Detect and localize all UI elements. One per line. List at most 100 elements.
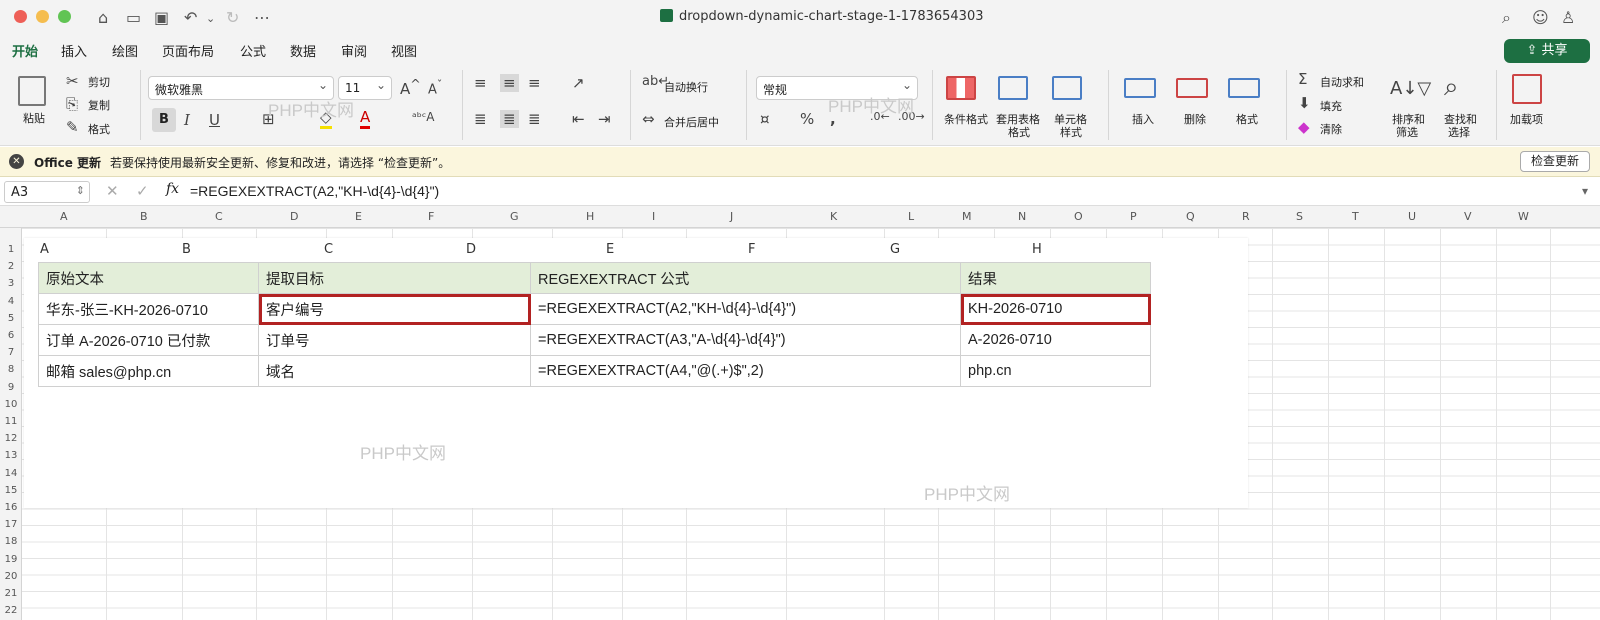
save-as-icon[interactable]: ▣ <box>154 8 169 27</box>
bold-button[interactable]: B <box>152 108 176 132</box>
percent-icon[interactable]: % <box>800 110 814 128</box>
row-header[interactable]: 3 <box>0 278 22 289</box>
decrease-font-icon[interactable]: Aˇ <box>428 78 442 97</box>
column-header[interactable]: G <box>510 210 519 223</box>
autosum-icon[interactable]: Σ <box>1298 70 1307 88</box>
tab-formulas[interactable]: 公式 <box>240 41 266 60</box>
tab-review[interactable]: 审阅 <box>341 41 367 60</box>
paste-button[interactable]: 粘贴 <box>23 110 45 126</box>
confirm-icon[interactable]: ✓ <box>136 182 149 200</box>
row-header[interactable]: 17 <box>0 519 22 530</box>
column-header[interactable]: L <box>908 210 914 223</box>
column-header[interactable]: D <box>290 210 298 223</box>
row-header[interactable]: 4 <box>0 296 22 307</box>
search-icon[interactable]: ⌕ <box>1502 8 1511 28</box>
column-header[interactable]: V <box>1464 210 1472 223</box>
orientation-icon[interactable]: ↗ <box>572 74 585 92</box>
format-cells-button[interactable]: 格式 <box>1236 111 1258 127</box>
merge-center-button[interactable]: 合并后居中 <box>664 114 719 130</box>
conditional-format-button[interactable]: 条件格式 <box>944 111 988 127</box>
column-header[interactable]: J <box>730 210 733 223</box>
align-center-icon[interactable]: ≣ <box>500 110 519 128</box>
column-header[interactable]: I <box>652 210 655 223</box>
name-box[interactable]: A3 <box>4 181 90 203</box>
undo-icon[interactable]: ↶ <box>184 8 197 27</box>
conditional-format-icon[interactable] <box>946 76 976 100</box>
row-header[interactable]: 2 <box>0 261 22 272</box>
column-header[interactable]: T <box>1352 210 1359 223</box>
font-size-select[interactable]: 11 <box>338 76 392 100</box>
increase-decimal-icon[interactable]: .0← <box>870 110 890 123</box>
row-header[interactable]: 19 <box>0 554 22 565</box>
comma-style-icon[interactable]: , <box>830 110 836 128</box>
insert-cells-button[interactable]: 插入 <box>1132 111 1154 127</box>
row-header[interactable]: 13 <box>0 450 22 461</box>
expand-formula-bar-icon[interactable]: ▾ <box>1582 184 1588 198</box>
merge-center-icon[interactable]: ⇔ <box>642 110 655 128</box>
save-icon[interactable]: ▭ <box>126 8 141 27</box>
decrease-decimal-icon[interactable]: .00→ <box>898 110 925 123</box>
font-name-select[interactable]: 微软雅黑 <box>148 76 334 100</box>
tab-data[interactable]: 数据 <box>290 41 316 60</box>
table-format-label-2[interactable]: 格式 <box>1008 124 1030 140</box>
row-header[interactable]: 16 <box>0 502 22 513</box>
row-header[interactable]: 20 <box>0 571 22 582</box>
row-header[interactable]: 6 <box>0 330 22 341</box>
minimize-window-button[interactable] <box>36 10 49 23</box>
copy-button[interactable]: 复制 <box>88 97 110 113</box>
zoom-window-button[interactable] <box>58 10 71 23</box>
italic-button[interactable]: I <box>184 111 190 129</box>
redo-icon[interactable]: ↻ <box>226 8 239 27</box>
copy-icon[interactable]: ⎘ <box>66 95 78 113</box>
column-header[interactable]: S <box>1296 210 1303 223</box>
borders-icon[interactable]: ⊞ <box>262 110 275 128</box>
fill-icon[interactable]: ⬇ <box>1298 94 1311 112</box>
paste-icon[interactable] <box>18 76 46 106</box>
accounting-format-icon[interactable]: ¤ <box>760 110 770 128</box>
insert-cells-icon[interactable] <box>1124 78 1156 98</box>
column-header[interactable]: M <box>962 210 972 223</box>
cell-style-icon[interactable] <box>1052 76 1082 100</box>
sort-filter-label-2[interactable]: 筛选 <box>1396 124 1418 140</box>
number-format-select[interactable]: 常规 <box>756 76 918 100</box>
column-header[interactable]: W <box>1518 210 1529 223</box>
column-header[interactable]: A <box>60 210 68 223</box>
format-painter-button[interactable]: 格式 <box>88 121 110 137</box>
row-header[interactable]: 11 <box>0 416 22 427</box>
increase-font-icon[interactable]: A^ <box>400 76 421 98</box>
column-header[interactable]: N <box>1018 210 1026 223</box>
row-header[interactable]: 22 <box>0 605 22 616</box>
formula-input[interactable]: =REGEXEXTRACT(A2,"KH-\d{4}-\d{4}") <box>190 183 439 199</box>
column-header[interactable]: E <box>355 210 362 223</box>
row-header[interactable]: 10 <box>0 399 22 410</box>
row-header[interactable]: 14 <box>0 468 22 479</box>
font-color-icon[interactable]: A <box>360 108 371 129</box>
tab-page-layout[interactable]: 页面布局 <box>162 41 214 60</box>
tab-view[interactable]: 视图 <box>391 41 417 60</box>
column-header[interactable]: O <box>1074 210 1083 223</box>
format-painter-icon[interactable]: ✎ <box>66 118 79 136</box>
account-icon[interactable]: ♙ <box>1561 8 1575 27</box>
row-header[interactable]: 5 <box>0 313 22 324</box>
align-right-icon[interactable]: ≣ <box>528 110 541 128</box>
column-header[interactable]: F <box>428 210 434 223</box>
close-window-button[interactable] <box>14 10 27 23</box>
find-select-icon[interactable]: ⌕ <box>1444 72 1459 103</box>
autosum-button[interactable]: 自动求和 <box>1320 74 1364 90</box>
cell-style-label-2[interactable]: 样式 <box>1060 124 1082 140</box>
column-header[interactable]: Q <box>1186 210 1195 223</box>
tab-insert[interactable]: 插入 <box>61 41 87 60</box>
increase-indent-icon[interactable]: ⇥ <box>598 110 611 128</box>
column-header[interactable]: H <box>586 210 594 223</box>
wrap-text-button[interactable]: 自动换行 <box>664 79 708 95</box>
row-header[interactable]: 7 <box>0 347 22 358</box>
align-left-icon[interactable]: ≣ <box>474 110 487 128</box>
row-header[interactable]: 9 <box>0 382 22 393</box>
align-bottom-icon[interactable]: ≡ <box>528 74 541 92</box>
undo-dropdown-icon[interactable]: ⌄ <box>206 12 215 25</box>
row-header[interactable]: 18 <box>0 536 22 547</box>
fill-button[interactable]: 填充 <box>1320 98 1342 114</box>
clear-button[interactable]: 清除 <box>1320 121 1342 137</box>
column-header[interactable]: P <box>1130 210 1137 223</box>
share-button[interactable]: ⇪ 共享 <box>1504 39 1590 63</box>
